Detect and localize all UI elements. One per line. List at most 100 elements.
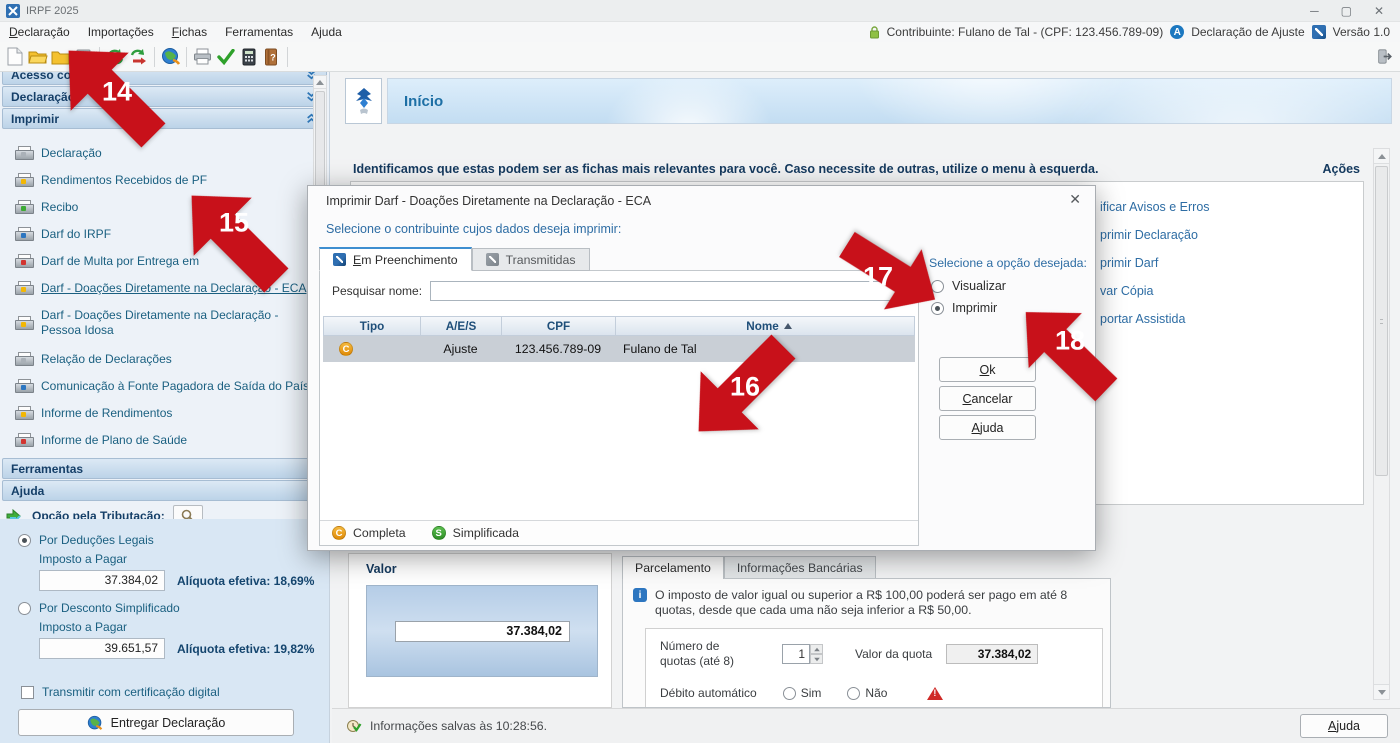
sidebar-section-ferramentas[interactable]: Ferramentas <box>2 458 327 479</box>
sort-asc-icon <box>784 323 792 329</box>
acoes-header: Ações <box>1322 162 1360 176</box>
spin-down-icon[interactable] <box>810 654 823 664</box>
verify-icon[interactable] <box>214 44 237 70</box>
titlebar: IRPF 2025 ─ ▢ ✕ <box>0 0 1400 22</box>
entregar-declaracao-button[interactable]: Entregar Declaração <box>18 709 294 736</box>
sidebar-item-darf-pessoa-idosa[interactable]: Darf - Doações Diretamente na Declaração… <box>0 301 329 345</box>
sidebar-item-declaracao[interactable]: Declaração <box>0 139 329 166</box>
col-aes[interactable]: A/E/S <box>421 317 502 335</box>
tab-parcelamento[interactable]: Parcelamento <box>622 556 724 579</box>
lock-icon <box>869 26 880 39</box>
globe-icon <box>87 715 103 731</box>
statusbar-ajuda-button[interactable]: Ajuda <box>1300 714 1388 738</box>
sidebar-item-informe-plano-saude[interactable]: Informe de Plano de Saúde <box>0 426 329 453</box>
scrollbar-thumb[interactable] <box>1375 166 1388 476</box>
calculator-icon[interactable] <box>237 44 260 70</box>
menu-fichas[interactable]: Fichas <box>163 22 216 42</box>
numero-quotas-label: Número de quotas (até 8) <box>660 639 756 669</box>
link-gravar-copia[interactable]: var Cópia <box>1100 284 1350 298</box>
valor-quota-label: Valor da quota <box>855 647 932 661</box>
scroll-up-icon[interactable] <box>1374 149 1389 164</box>
valor-panel: 37.384,02 <box>366 585 598 677</box>
main-scrollbar[interactable] <box>1373 148 1390 700</box>
radio-imprimir[interactable] <box>931 302 944 315</box>
simplificado-label: Por Desconto Simplificado <box>39 601 180 615</box>
deducoes-label: Por Deduções Legais <box>39 533 154 547</box>
sidebar-item-rendimentos-pf[interactable]: Rendimentos Recebidos de PF <box>0 166 329 193</box>
sidebar-section-ajuda[interactable]: Ajuda <box>2 480 327 501</box>
valor-quota-field: 37.384,02 <box>946 644 1038 664</box>
radio-desconto-simplificado[interactable] <box>18 602 31 615</box>
exit-icon[interactable] <box>1377 44 1400 70</box>
link-imprimir-darf[interactable]: primir Darf <box>1100 256 1350 270</box>
ajuda-button[interactable]: Ajuda <box>939 415 1036 440</box>
dialog-subtitle: Selecione o contribuinte cujos dados des… <box>326 222 621 236</box>
tab-em-preenchimento[interactable]: Em Preenchimento <box>319 247 472 271</box>
new-declaration-icon[interactable] <box>3 44 26 70</box>
simplificada-badge-icon: S <box>432 526 446 540</box>
print-icon[interactable] <box>191 44 214 70</box>
sidebar-item-recibo[interactable]: Recibo <box>0 193 329 220</box>
imposto-deducoes-field[interactable]: 37.384,02 <box>39 570 165 591</box>
scroll-up-icon[interactable] <box>314 76 326 89</box>
contribuintes-table: Tipo A/E/S CPF Nome C Ajuste 123.456.789… <box>323 316 915 362</box>
open-declaration-icon[interactable] <box>26 44 49 70</box>
scroll-down-icon[interactable] <box>1374 684 1389 699</box>
valor-label: Valor <box>366 562 611 576</box>
radio-debito-nao[interactable] <box>847 687 860 700</box>
close-button[interactable]: ✕ <box>1374 1 1384 21</box>
tab-transmitidas[interactable]: Transmitidas <box>472 248 590 271</box>
parcelamento-info-text: O imposto de valor igual ou superior a R… <box>655 588 1085 618</box>
printer-icon <box>15 146 32 160</box>
quotas-stepper[interactable]: 1 <box>782 644 823 664</box>
minimize-button[interactable]: ─ <box>1310 1 1319 21</box>
irpf-app-window: IRPF 2025 ─ ▢ ✕ Declaração Importações F… <box>0 0 1400 743</box>
menu-ajuda[interactable]: Ajuda <box>302 22 351 42</box>
spin-up-icon[interactable] <box>810 644 823 654</box>
step-number-18: 18 <box>1055 326 1085 357</box>
contribuinte-list-panel: Pesquisar nome: Tipo A/E/S CPF Nome C Aj… <box>319 270 919 546</box>
sidebar-item-informe-rendimentos[interactable]: Informe de Rendimentos <box>0 399 329 426</box>
step-number-16: 16 <box>730 372 760 403</box>
imposto-simplificado-field[interactable]: 39.651,57 <box>39 638 165 659</box>
contribuinte-label: Contribuinte: Fulano de Tal - (CPF: 123.… <box>887 25 1164 39</box>
dialog-close-icon[interactable]: ✕ <box>1069 191 1081 208</box>
table-row-fulano[interactable]: C Ajuste 123.456.789-09 Fulano de Tal <box>323 336 915 362</box>
rf-logo-icon <box>333 253 346 266</box>
transmitir-certificado-checkbox[interactable] <box>21 686 34 699</box>
section-label: Ajuda <box>11 484 44 498</box>
saved-status-text: Informações salvas às 10:28:56. <box>370 719 547 733</box>
menubar: Declaração Importações Fichas Ferramenta… <box>0 22 1400 42</box>
acoes-links-list: ificar Avisos e Erros primir Declaração … <box>1100 200 1350 326</box>
cancelar-button[interactable]: Cancelar <box>939 386 1036 411</box>
printer-icon <box>15 316 32 330</box>
maximize-button[interactable]: ▢ <box>1341 1 1352 21</box>
printer-icon <box>15 406 32 420</box>
valor-field[interactable]: 37.384,02 <box>395 621 570 642</box>
col-cpf[interactable]: CPF <box>502 317 616 335</box>
printer-icon <box>15 173 32 187</box>
print-items-list: Declaração Rendimentos Recebidos de PF R… <box>0 130 329 457</box>
link-imprimir-declaracao[interactable]: primir Declaração <box>1100 228 1350 242</box>
quotas-value[interactable]: 1 <box>782 644 810 664</box>
radio-debito-sim[interactable] <box>783 687 796 700</box>
sidebar-item-darf-eca[interactable]: Darf - Doações Diretamente na Declaração… <box>0 274 329 301</box>
aliquota-simplificado-label: Alíquota efetiva: 19,82% <box>177 642 314 656</box>
warning-icon <box>927 687 943 700</box>
tributacao-panel: Por Deduções Legais Imposto a Pagar 37.3… <box>0 519 329 743</box>
sidebar-item-relacao-declaracoes[interactable]: Relação de Declarações <box>0 345 329 372</box>
menu-declaracao[interactable]: Declaração <box>0 22 79 42</box>
link-importar-assistida[interactable]: portar Assistida <box>1100 312 1350 326</box>
printer-icon <box>15 281 32 295</box>
tab-informacoes-bancarias[interactable]: Informações Bancárias <box>724 556 876 579</box>
sidebar-item-comunicacao-saida-pais[interactable]: Comunicação à Fonte Pagadora de Saída do… <box>0 372 329 399</box>
menu-ferramentas[interactable]: Ferramentas <box>216 22 302 42</box>
printer-icon <box>15 254 32 268</box>
transmit-globe-icon[interactable] <box>159 44 182 70</box>
svg-text:?: ? <box>270 52 276 62</box>
documents-icon <box>15 352 32 366</box>
help-book-icon[interactable]: ? <box>260 44 283 70</box>
col-tipo[interactable]: Tipo <box>324 317 421 335</box>
radio-deducoes-legais[interactable] <box>18 534 31 547</box>
link-verificar-avisos[interactable]: ificar Avisos e Erros <box>1100 200 1350 214</box>
